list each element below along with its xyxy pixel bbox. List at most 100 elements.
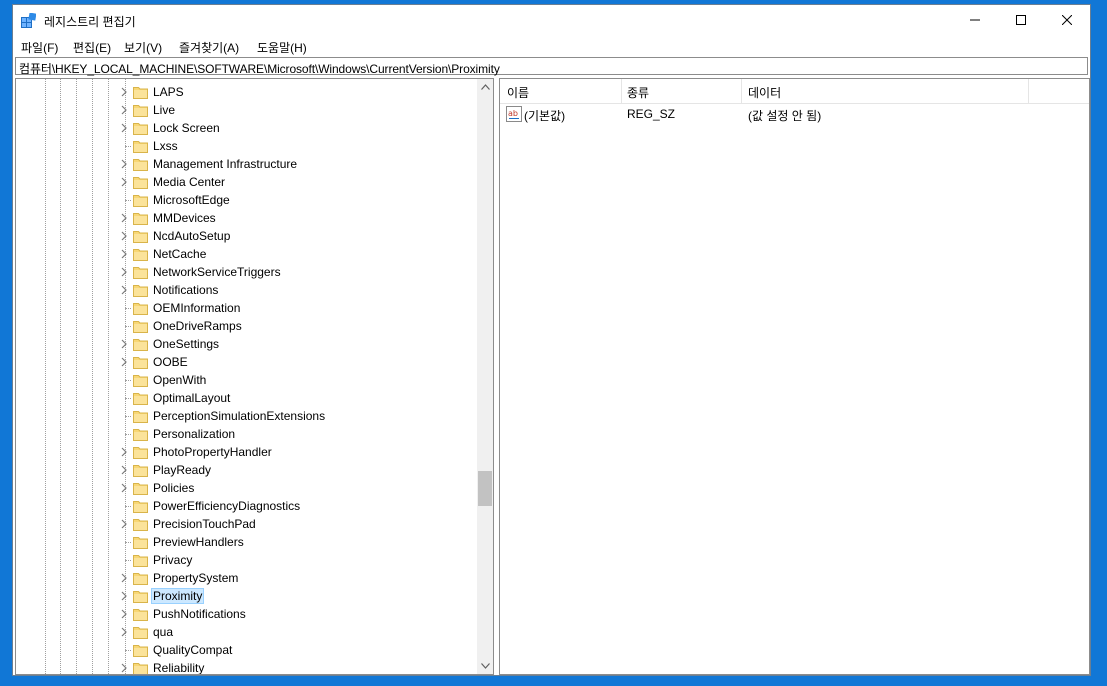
chevron-right-icon[interactable]: [118, 212, 130, 224]
chevron-right-icon[interactable]: [118, 590, 130, 602]
chevron-right-icon[interactable]: [118, 284, 130, 296]
chevron-right-icon[interactable]: [118, 86, 130, 98]
chevron-right-icon[interactable]: [118, 518, 130, 530]
tree-item-label: Reliability: [153, 661, 205, 675]
scroll-thumb[interactable]: [478, 471, 492, 506]
folder-icon: [133, 411, 148, 423]
window-title: 레지스트리 편집기: [44, 15, 136, 29]
menu-edit[interactable]: 편집(E): [73, 39, 111, 56]
tree-item-label: MicrosoftEdge: [153, 193, 230, 207]
title-bar[interactable]: 레지스트리 편집기: [13, 5, 1090, 35]
chevron-right-icon[interactable]: [118, 230, 130, 242]
tree-item[interactable]: Lock Screen: [16, 119, 478, 137]
tree-item[interactable]: Live: [16, 101, 478, 119]
column-header-data[interactable]: 데이터: [748, 84, 781, 101]
tree-item[interactable]: Privacy: [16, 551, 478, 569]
chevron-right-icon[interactable]: [118, 482, 130, 494]
minimize-button[interactable]: [952, 5, 998, 35]
tree-item[interactable]: OOBE: [16, 353, 478, 371]
tree-item[interactable]: Management Infrastructure: [16, 155, 478, 173]
tree-item[interactable]: PushNotifications: [16, 605, 478, 623]
menu-view[interactable]: 보기(V): [124, 39, 162, 56]
scroll-up-button[interactable]: [477, 79, 493, 95]
tree-item[interactable]: PlayReady: [16, 461, 478, 479]
close-button[interactable]: [1044, 5, 1090, 35]
tree-item-label: PushNotifications: [153, 607, 246, 621]
tree-item[interactable]: Policies: [16, 479, 478, 497]
tree-item[interactable]: OneDriveRamps: [16, 317, 478, 335]
tree-item-label: OptimalLayout: [153, 391, 231, 405]
column-divider[interactable]: [741, 79, 742, 103]
chevron-right-icon[interactable]: [118, 464, 130, 476]
column-divider[interactable]: [621, 79, 622, 103]
tree-item[interactable]: NetCache: [16, 245, 478, 263]
maximize-button[interactable]: [998, 5, 1044, 35]
folder-icon: [133, 465, 148, 477]
values-list-pane[interactable]: 이름 종류 데이터 ab (기본값) REG_SZ (값 설정 안 됨): [499, 78, 1090, 675]
tree-vertical-scrollbar[interactable]: [477, 79, 493, 674]
tree-item[interactable]: PropertySystem: [16, 569, 478, 587]
tree-item[interactable]: QualityCompat: [16, 641, 478, 659]
menu-favorites[interactable]: 즐겨찾기(A): [179, 39, 239, 56]
chevron-right-icon[interactable]: [118, 104, 130, 116]
tree-item[interactable]: Media Center: [16, 173, 478, 191]
tree-item[interactable]: Personalization: [16, 425, 478, 443]
tree-item-label: Notifications: [153, 283, 219, 297]
tree-item[interactable]: MMDevices: [16, 209, 478, 227]
tree-item-selected[interactable]: Proximity: [16, 587, 478, 605]
folder-icon: [133, 285, 148, 297]
key-tree-pane[interactable]: LAPS Live Lock Screen Lxss Management Infras…: [15, 78, 494, 675]
chevron-right-icon[interactable]: [118, 626, 130, 638]
chevron-right-icon[interactable]: [118, 158, 130, 170]
chevron-right-icon[interactable]: [118, 356, 130, 368]
tree-item-label: QualityCompat: [153, 643, 233, 657]
tree-item[interactable]: OptimalLayout: [16, 389, 478, 407]
tree-item[interactable]: MicrosoftEdge: [16, 191, 478, 209]
menu-help[interactable]: 도움말(H): [257, 39, 307, 56]
tree-connector: [125, 434, 131, 435]
column-header-name[interactable]: 이름: [507, 84, 529, 101]
tree-item[interactable]: PhotoPropertyHandler: [16, 443, 478, 461]
chevron-right-icon[interactable]: [118, 446, 130, 458]
tree-item-label: MMDevices: [153, 211, 216, 225]
scroll-down-button[interactable]: [477, 658, 493, 674]
tree-item-label: OneSettings: [153, 337, 220, 351]
folder-icon: [133, 249, 148, 261]
tree-item[interactable]: LAPS: [16, 83, 478, 101]
tree-item-label: Lock Screen: [153, 121, 220, 135]
tree-item[interactable]: OneSettings: [16, 335, 478, 353]
address-bar[interactable]: 컴퓨터\HKEY_LOCAL_MACHINE\SOFTWARE\Microsof…: [15, 57, 1088, 77]
maximize-icon: [1016, 15, 1026, 25]
chevron-right-icon[interactable]: [118, 572, 130, 584]
tree-item[interactable]: PreviewHandlers: [16, 533, 478, 551]
chevron-right-icon[interactable]: [118, 608, 130, 620]
tree-item[interactable]: qua: [16, 623, 478, 641]
tree-item[interactable]: Notifications: [16, 281, 478, 299]
tree-item[interactable]: PerceptionSimulationExtensions: [16, 407, 478, 425]
tree-item[interactable]: NcdAutoSetup: [16, 227, 478, 245]
menu-file[interactable]: 파일(F): [21, 39, 58, 56]
tree-item-label: NetCache: [153, 247, 207, 261]
chevron-right-icon[interactable]: [118, 338, 130, 350]
column-divider[interactable]: [1028, 79, 1029, 103]
folder-icon: [133, 141, 148, 153]
chevron-right-icon[interactable]: [118, 176, 130, 188]
tree-item[interactable]: OEMInformation: [16, 299, 478, 317]
tree-item-label: OEMInformation: [153, 301, 241, 315]
column-header-type[interactable]: 종류: [627, 84, 649, 101]
chevron-right-icon[interactable]: [118, 248, 130, 260]
tree-item[interactable]: Lxss: [16, 137, 478, 155]
list-item[interactable]: ab (기본값) REG_SZ (값 설정 안 됨): [500, 105, 1089, 123]
chevron-right-icon[interactable]: [118, 122, 130, 134]
regedit-app-icon: [21, 13, 36, 28]
chevron-right-icon[interactable]: [118, 662, 130, 674]
tree-item[interactable]: Reliability: [16, 659, 478, 675]
tree-item[interactable]: PowerEfficiencyDiagnostics: [16, 497, 478, 515]
tree-item[interactable]: OpenWith: [16, 371, 478, 389]
tree-item[interactable]: PrecisionTouchPad: [16, 515, 478, 533]
folder-icon: [133, 393, 148, 405]
folder-icon: [133, 501, 148, 513]
address-path[interactable]: 컴퓨터\HKEY_LOCAL_MACHINE\SOFTWARE\Microsof…: [19, 60, 500, 77]
tree-item[interactable]: NetworkServiceTriggers: [16, 263, 478, 281]
chevron-right-icon[interactable]: [118, 266, 130, 278]
